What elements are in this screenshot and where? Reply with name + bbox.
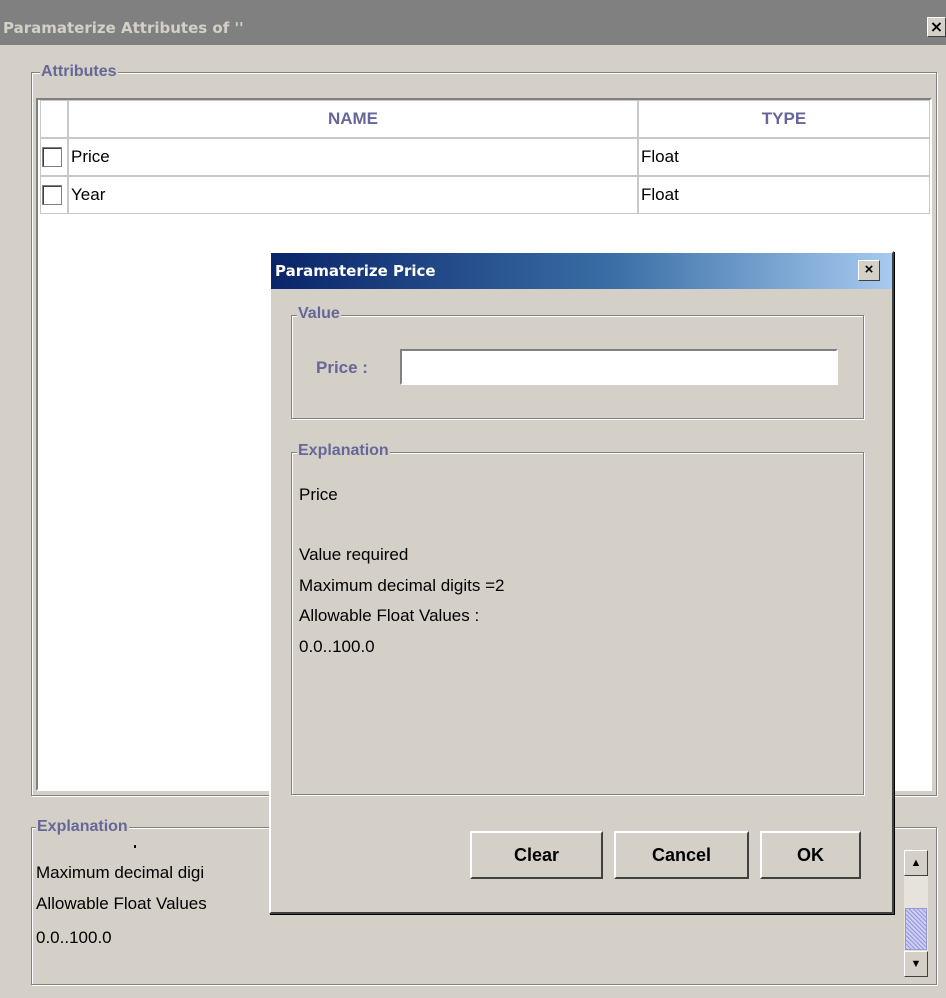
clear-button[interactable]: Clear [470,831,603,879]
attributes-legend: Attributes [40,63,118,81]
row-checkbox[interactable] [42,147,62,167]
parameterize-price-dialog: Paramaterize Price × Value Price : Expla… [269,251,894,914]
dialog-explanation-legend: Explanation [297,442,390,460]
outer-explanation-legend: Explanation [36,818,129,836]
close-icon: × [929,17,944,36]
outer-explanation-line: Maximum decimal digi [36,863,205,882]
explanation-scrollbar[interactable]: ▲ ▼ [904,850,928,977]
dialog-explanation-line: Price [299,485,338,504]
outer-window-title: Paramaterize Attributes of '' [3,19,244,37]
dialog-close-button[interactable]: × [858,260,880,281]
outer-explanation-line: 0.0..100.0 [36,928,112,947]
outer-window-titlebar[interactable]: Paramaterize Attributes of '' × [0,0,946,45]
cancel-button[interactable]: Cancel [614,831,749,879]
scrollbar-thumb[interactable] [905,908,927,950]
row-checkbox[interactable] [42,185,62,205]
ok-button[interactable]: OK [760,831,861,879]
price-label: Price : [316,358,368,377]
text-caret [134,845,136,848]
value-legend: Value [297,305,341,323]
dialog-titlebar[interactable]: Paramaterize Price × [271,253,892,289]
up-arrow-icon: ▲ [910,857,922,869]
dialog-explanation-line: Maximum decimal digits =2 [299,576,505,595]
row-name-cell[interactable]: Price [68,138,638,176]
row-type-cell[interactable]: Float [638,176,930,214]
scroll-down-button[interactable]: ▼ [904,951,928,977]
dialog-title: Paramaterize Price [275,262,436,280]
row-type-cell[interactable]: Float [638,138,930,176]
table-header-type[interactable]: TYPE [638,100,930,138]
row-select-cell [40,176,68,214]
dialog-explanation-line: 0.0..100.0 [299,637,375,656]
outer-explanation-line: Allowable Float Values [36,894,207,913]
close-icon: × [864,261,874,278]
outer-close-button[interactable]: × [927,17,946,37]
price-input[interactable] [400,349,838,385]
down-arrow-icon: ▼ [910,958,922,970]
dialog-explanation-line: Allowable Float Values : [299,606,480,625]
row-select-cell [40,138,68,176]
table-header-name[interactable]: NAME [68,100,638,138]
table-header-select [40,100,68,138]
scroll-up-button[interactable]: ▲ [904,850,928,876]
dialog-explanation-line: Value required [299,545,409,564]
row-name-cell[interactable]: Year [68,176,638,214]
